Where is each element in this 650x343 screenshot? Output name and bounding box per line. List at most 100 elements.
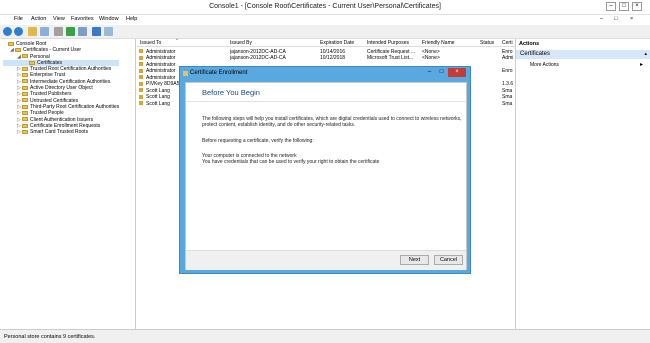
next-button[interactable]: Next <box>400 255 429 265</box>
dialog-footer: Next Cancel <box>186 250 466 270</box>
col-certificate-template[interactable]: Certi <box>502 40 516 46</box>
tree-item-label: Certificates <box>37 59 63 66</box>
tree-item-label: Client Authentication Issuers <box>30 116 94 123</box>
certificate-icon <box>139 81 143 86</box>
tree-item-label: Certificate Enrollment Requests <box>30 122 101 129</box>
tree-item-label: Trusted Root Certification Authorities <box>30 66 112 73</box>
folder-icon <box>15 47 21 52</box>
tree-item-label: Active Directory User Object <box>30 85 93 92</box>
status-bar: Personal store contains 9 certificates. <box>0 329 650 343</box>
properties-icon[interactable] <box>104 27 113 36</box>
actions-section-label: Certificates <box>520 51 551 57</box>
dialog-intro-text: The following steps will help you instal… <box>202 116 462 128</box>
tree-item-label: Smart Card Trusted Roots <box>30 129 89 136</box>
help-icon[interactable] <box>92 27 101 36</box>
col-intended-purposes[interactable]: Intended Purposes <box>367 40 419 46</box>
certificate-icon <box>139 49 143 53</box>
certificate-icon <box>139 94 143 99</box>
dialog-maximize-button[interactable]: □ <box>436 68 447 77</box>
col-expiration-date[interactable]: Expiration Date <box>320 40 366 46</box>
menu-action[interactable]: Action <box>31 16 46 22</box>
tree-item[interactable]: ▷ Smart Card Trusted Roots <box>3 129 119 135</box>
tree-item-label: Trusted Publishers <box>30 91 72 98</box>
window-title: Console1 - [Console Root\Certificates - … <box>209 3 441 10</box>
col-status[interactable]: Status <box>480 40 500 46</box>
dialog-title: Certificate Enrollment <box>190 70 248 76</box>
more-actions-link[interactable]: More Actions <box>530 62 559 68</box>
dialog-requirement-credentials: You have credentials that can be used to… <box>202 159 380 165</box>
inner-minimize-button[interactable]: – <box>600 16 603 22</box>
inner-restore-button[interactable]: □ <box>614 16 617 22</box>
menu-favorites[interactable]: Favorites <box>71 16 94 22</box>
certificate-icon <box>139 88 143 92</box>
actions-header: Actions <box>516 39 650 48</box>
dialog-verify-text: Before requesting a certificate, verify … <box>202 138 314 144</box>
tree-items: Console Root ◢ Certificates - Current User… <box>3 41 120 135</box>
certificate-icon <box>139 68 143 73</box>
folder-icon <box>22 104 28 109</box>
console-tree: Console Root ◢ Certificates - Current User… <box>0 39 136 329</box>
menu-view[interactable]: View <box>53 16 65 22</box>
menu-bar: File Action View Favorites Window Help –… <box>0 15 650 25</box>
inner-close-button[interactable]: × <box>630 16 633 22</box>
col-issued-to[interactable]: Issued To <box>140 40 220 46</box>
close-button[interactable]: × <box>632 2 642 11</box>
back-icon[interactable] <box>3 27 12 36</box>
folder-icon <box>29 60 35 65</box>
dialog-heading: Before You Begin <box>202 88 260 97</box>
refresh-icon[interactable] <box>66 27 75 36</box>
window-titlebar: Console1 - [Console Root\Certificates - … <box>0 0 650 15</box>
menu-window[interactable]: Window <box>99 16 119 22</box>
certificate-icon <box>183 71 188 76</box>
actions-pane: Actions Certificates ▴ More Actions ▸ <box>515 39 650 329</box>
folder-icon <box>22 129 28 134</box>
folder-icon <box>22 73 28 78</box>
export-icon[interactable] <box>78 27 87 36</box>
folder-icon <box>22 54 28 59</box>
certificate-icon <box>139 75 143 79</box>
tree-item-label: Trusted People <box>30 110 64 117</box>
cancel-button[interactable]: Cancel <box>434 255 463 265</box>
col-issued-by[interactable]: Issued By <box>230 40 310 46</box>
collapse-arrow-icon[interactable]: ▴ <box>644 51 647 57</box>
folder-icon <box>22 66 28 71</box>
folder-icon <box>22 85 28 90</box>
list-header: Issued To ^ Issued By Expiration Date In… <box>137 37 516 47</box>
dialog-close-button[interactable]: × <box>448 68 466 77</box>
tree-item-label: Enterprise Trust <box>30 72 66 79</box>
toolbar <box>0 25 650 39</box>
folder-icon <box>22 98 28 103</box>
certificate-enrollment-dialog: Certificate Enrollment – □ × Before You … <box>179 66 471 274</box>
maximize-button[interactable]: □ <box>619 2 629 11</box>
dialog-minimize-button[interactable]: – <box>424 68 435 77</box>
folder-icon <box>22 123 28 128</box>
col-friendly-name[interactable]: Friendly Name <box>422 40 474 46</box>
menu-help[interactable]: Help <box>126 16 137 22</box>
folder-icon <box>22 117 28 122</box>
up-icon[interactable] <box>28 27 37 36</box>
folder-icon <box>8 41 14 46</box>
more-actions-arrow-icon[interactable]: ▸ <box>640 61 643 68</box>
tree-item-label: Personal <box>30 53 50 60</box>
tree-item-label: Third-Party Root Certification Authoriti… <box>30 103 120 110</box>
certificate-icon <box>139 55 143 60</box>
tree-item-label: Certificates - Current User <box>23 47 82 54</box>
dialog-header: Before You Begin <box>186 83 466 102</box>
folder-icon <box>22 110 28 115</box>
table-cell: Sma <box>502 100 513 107</box>
tree-item-label: Intermediate Certification Authorities <box>30 78 111 85</box>
menu-file[interactable]: File <box>14 16 23 22</box>
tree-item-label: Console Root <box>16 41 47 47</box>
show-hide-tree-icon[interactable] <box>40 27 49 36</box>
certificate-icon <box>139 101 143 105</box>
tree-item-label: Untrusted Certificates <box>30 97 79 104</box>
folder-icon <box>22 79 28 84</box>
dialog-body: Before You Begin The following steps wil… <box>185 82 467 270</box>
copy-icon[interactable] <box>54 27 63 36</box>
forward-icon[interactable] <box>14 27 23 36</box>
certificate-icon <box>139 62 143 66</box>
folder-icon <box>22 92 28 97</box>
minimize-button[interactable]: – <box>606 2 616 11</box>
sort-indicator-icon: ^ <box>176 37 178 42</box>
actions-section-certificates[interactable]: Certificates ▴ <box>516 50 650 59</box>
